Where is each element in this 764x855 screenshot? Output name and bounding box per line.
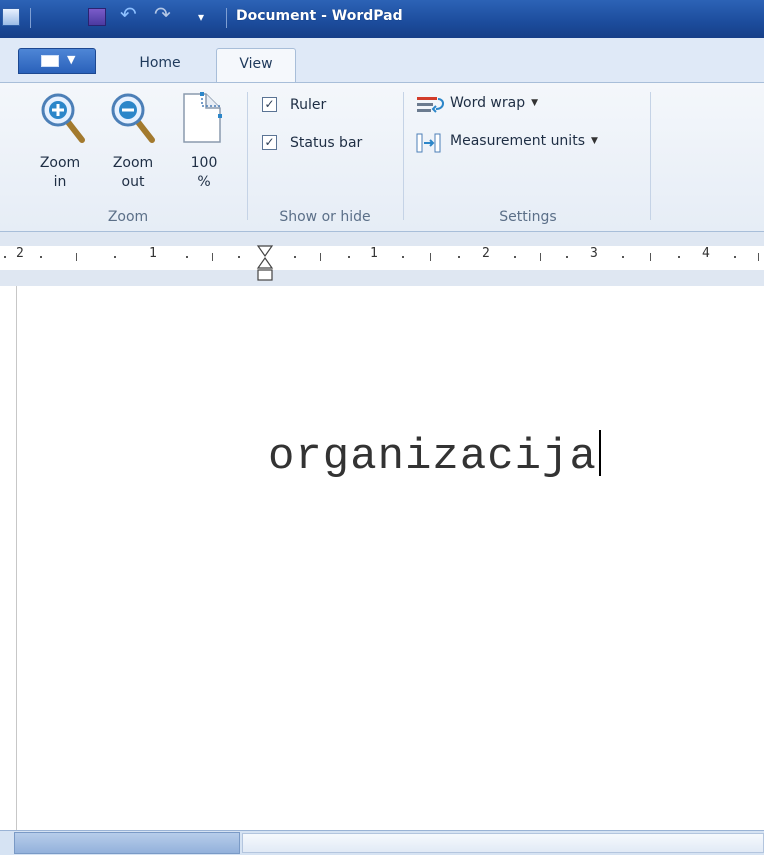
zoom-100-label: 100 % <box>176 154 232 192</box>
ruler-checkbox-row[interactable]: ✓ Ruler <box>262 96 392 116</box>
zoom-in-label-line1: Zoom <box>39 155 81 171</box>
document-text[interactable]: organizacija <box>268 430 601 482</box>
title-bar: ↶ ↷ ▾ Document - WordPad <box>0 0 764 38</box>
zoom-100-label-line2: % <box>197 174 211 190</box>
tab-view[interactable]: View <box>216 48 296 82</box>
status-bar-checkbox-row[interactable]: ✓ Status bar <box>262 134 402 154</box>
text-caret <box>598 430 601 476</box>
group-separator <box>247 92 248 220</box>
zoom-100-label-line1: 100 <box>190 155 218 171</box>
zoom-group-label: Zoom <box>107 209 149 225</box>
ruler-label: 2 <box>16 246 24 261</box>
settings-group-label: Settings <box>499 209 557 225</box>
scrollbar-track[interactable] <box>242 833 764 853</box>
page-100-icon <box>183 92 222 143</box>
app-menu-icon <box>41 55 59 67</box>
measurement-units-icon <box>416 133 441 153</box>
document-area[interactable] <box>0 286 764 830</box>
app-icon[interactable] <box>2 8 20 26</box>
word-wrap-label: Word wrap ▼ <box>450 94 538 113</box>
zoom-in-label-line2: in <box>53 174 67 190</box>
indent-marker-icon[interactable] <box>256 244 274 284</box>
redo-icon[interactable]: ↷ <box>154 4 172 24</box>
ruler-label: 2 <box>482 246 490 261</box>
zoom-out-label: Zoom out <box>100 154 166 192</box>
ruler-checkbox-label: Ruler <box>290 97 327 113</box>
word-wrap-text: Word wrap <box>450 95 526 111</box>
ruler-label: 3 <box>590 246 598 261</box>
undo-icon[interactable]: ↶ <box>120 4 138 24</box>
group-separator <box>650 92 651 220</box>
zoom-in-icon <box>41 93 85 143</box>
zoom-out-label-line2: out <box>121 174 145 190</box>
ruler-label: 1 <box>370 246 378 261</box>
group-separator <box>403 92 404 220</box>
measurement-units-text: Measurement units <box>450 133 585 149</box>
measurement-units-button[interactable]: Measurement units ▼ <box>416 132 646 154</box>
zoom-out-icon <box>111 93 155 143</box>
ribbon-tab-row <box>0 38 764 83</box>
show-hide-group-label: Show or hide <box>279 209 371 225</box>
window-title: Document - WordPad <box>236 8 403 24</box>
word-wrap-icon <box>417 97 444 113</box>
chevron-down-icon: ▼ <box>531 98 539 108</box>
document-content: organizacija <box>268 432 597 482</box>
tab-view-label: View <box>239 56 273 72</box>
zoom-in-label: Zoom in <box>30 154 90 192</box>
measurement-units-label: Measurement units ▼ <box>450 132 598 151</box>
document-border <box>16 286 17 830</box>
scrollbar-thumb[interactable] <box>14 832 240 854</box>
ruler-label: 1 <box>149 246 157 261</box>
zoom-out-label-line1: Zoom <box>112 155 154 171</box>
tab-home[interactable]: Home <box>118 48 202 82</box>
word-wrap-button[interactable]: Word wrap ▼ <box>416 94 556 116</box>
chevron-down-icon: ▼ <box>67 53 76 66</box>
status-bar-checkbox-label: Status bar <box>290 135 363 151</box>
status-bar-checkbox[interactable]: ✓ <box>262 135 277 150</box>
tab-home-label: Home <box>139 55 181 71</box>
save-icon[interactable] <box>88 8 106 26</box>
customize-icon[interactable]: ▾ <box>192 10 210 28</box>
app-menu-button[interactable]: ▼ <box>18 48 96 74</box>
ruler-label: 4 <box>702 246 710 261</box>
qat-separator <box>30 8 31 28</box>
chevron-down-icon: ▼ <box>590 136 598 146</box>
qat-separator <box>226 8 227 28</box>
ruler-checkbox[interactable]: ✓ <box>262 97 277 112</box>
